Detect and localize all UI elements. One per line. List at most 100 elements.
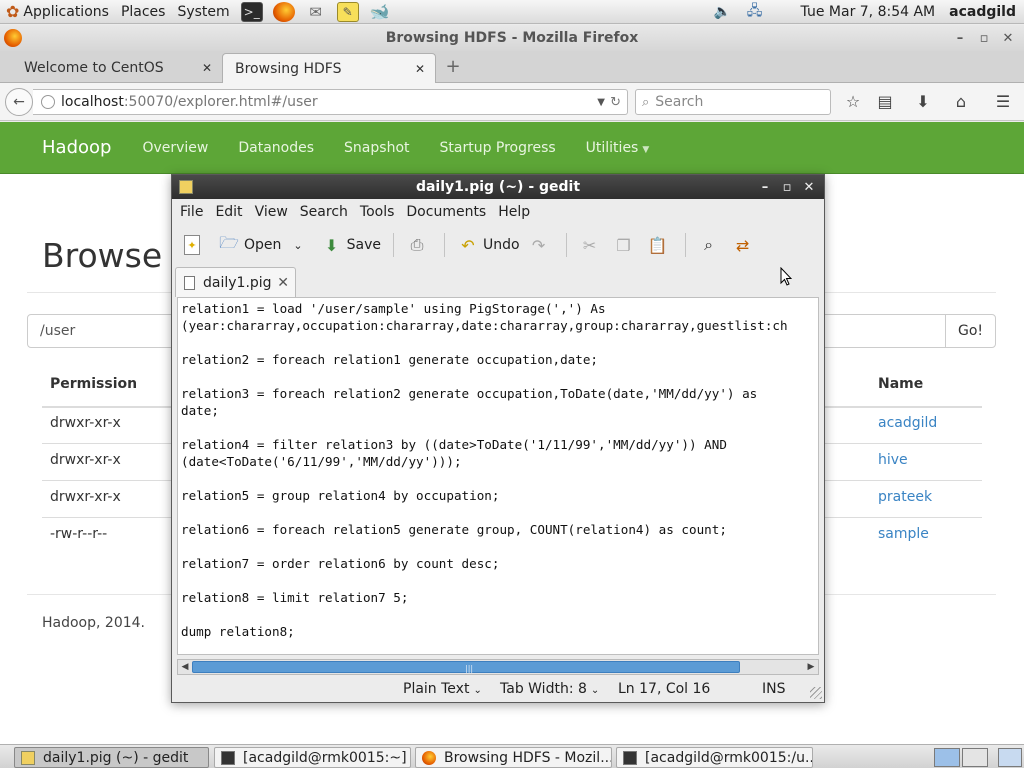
nav-overview[interactable]: Overview xyxy=(127,140,223,156)
nav-utilities[interactable]: Utilities ▼ xyxy=(571,140,665,156)
close-tab-icon[interactable]: ✕ xyxy=(277,275,289,291)
workspace-1[interactable] xyxy=(934,748,960,767)
name-link[interactable]: hive xyxy=(878,452,908,468)
code-content[interactable]: relation1 = load '/user/sample' using Pi… xyxy=(181,300,788,640)
applications-menu[interactable]: ✿ Applications xyxy=(0,0,115,24)
home-icon[interactable]: ⌂ xyxy=(951,92,971,112)
horizontal-scrollbar[interactable]: ◀ ||| ▶ xyxy=(177,659,819,675)
code-line[interactable] xyxy=(181,504,788,521)
code-line[interactable]: date; xyxy=(181,402,788,419)
code-line[interactable]: relation6 = foreach relation5 generate g… xyxy=(181,521,788,538)
cut-button[interactable]: ✂ xyxy=(575,229,609,261)
code-line[interactable] xyxy=(181,334,788,351)
save-button[interactable]: ⬇ Save xyxy=(317,229,385,261)
text-editor[interactable]: relation1 = load '/user/sample' using Pi… xyxy=(177,297,819,655)
task-gedit[interactable]: daily1.pig (~) - gedit xyxy=(14,747,209,768)
scroll-left-arrow-icon[interactable]: ◀ xyxy=(178,660,192,674)
orca-launcher-icon[interactable]: 🐋 xyxy=(369,2,391,22)
text-editor-launcher-icon[interactable]: ✎ xyxy=(336,1,359,22)
nav-snapshot[interactable]: Snapshot xyxy=(329,140,424,156)
code-line[interactable]: relation4 = filter relation3 by ((date>T… xyxy=(181,436,788,453)
nav-startup-progress[interactable]: Startup Progress xyxy=(425,140,571,156)
tab-welcome-centos[interactable]: Welcome to CentOS ✕ xyxy=(0,53,222,83)
menu-tools[interactable]: Tools xyxy=(354,204,401,220)
workspace-2[interactable] xyxy=(962,748,988,767)
menu-edit[interactable]: Edit xyxy=(209,204,248,220)
open-button[interactable]: 🗁 Open ⌄ xyxy=(214,229,307,261)
code-line[interactable] xyxy=(181,419,788,436)
code-line[interactable]: (date<ToDate('6/11/99','MM/dd/yy'))); xyxy=(181,453,788,470)
task-terminal-user[interactable]: [acadgild@rmk0015:/u... xyxy=(616,747,813,768)
tab-close-icon[interactable]: ✕ xyxy=(415,62,425,76)
hamburger-menu-icon[interactable]: ☰ xyxy=(993,92,1013,112)
places-menu[interactable]: Places xyxy=(115,0,172,24)
code-line[interactable]: (year:chararray,occupation:chararray,dat… xyxy=(181,317,788,334)
code-line[interactable] xyxy=(181,470,788,487)
syntax-language-selector[interactable]: Plain Text ⌄ xyxy=(403,681,482,697)
network-icon[interactable]: 🖧 xyxy=(744,2,766,22)
menu-help[interactable]: Help xyxy=(492,204,536,220)
minimize-button[interactable]: – xyxy=(754,180,776,195)
find-button[interactable]: ⌕ xyxy=(694,229,728,261)
menu-file[interactable]: File xyxy=(174,204,209,220)
menu-search[interactable]: Search xyxy=(294,204,354,220)
menu-view[interactable]: View xyxy=(249,204,294,220)
tab-width-selector[interactable]: Tab Width: 8 ⌄ xyxy=(500,681,599,697)
code-line[interactable] xyxy=(181,368,788,385)
gedit-titlebar[interactable]: daily1.pig (~) - gedit – ▫ ✕ xyxy=(172,175,824,199)
name-link[interactable]: prateek xyxy=(878,489,932,505)
bookmark-star-icon[interactable]: ☆ xyxy=(843,92,863,112)
tab-close-icon[interactable]: ✕ xyxy=(202,61,212,75)
new-document-button[interactable]: ✦ xyxy=(180,229,208,261)
clock[interactable]: Tue Mar 7, 8:54 AM xyxy=(771,4,950,20)
code-line[interactable] xyxy=(181,606,788,623)
find-replace-button[interactable]: ⇄ xyxy=(728,229,762,261)
code-line[interactable]: relation7 = order relation6 by count des… xyxy=(181,555,788,572)
hadoop-brand[interactable]: Hadoop xyxy=(42,137,111,158)
maximize-button[interactable]: ▫ xyxy=(776,180,798,195)
tab-browsing-hdfs[interactable]: Browsing HDFS ✕ xyxy=(222,53,436,83)
system-menu[interactable]: System xyxy=(171,0,235,24)
name-link[interactable]: sample xyxy=(878,526,929,542)
menu-documents[interactable]: Documents xyxy=(400,204,492,220)
volume-icon[interactable]: 🔈 xyxy=(712,2,734,22)
reading-list-icon[interactable]: ▤ xyxy=(875,92,895,112)
go-button[interactable]: Go! xyxy=(945,314,996,348)
paste-button[interactable]: 📋 xyxy=(643,229,677,261)
col-header-name[interactable]: Name xyxy=(878,376,923,392)
code-line[interactable]: relation1 = load '/user/sample' using Pi… xyxy=(181,300,788,317)
trash-icon[interactable] xyxy=(998,748,1022,767)
terminal-launcher-icon[interactable]: >_ xyxy=(240,1,263,22)
code-line[interactable] xyxy=(181,572,788,589)
task-firefox[interactable]: Browsing HDFS - Mozil... xyxy=(415,747,612,768)
maximize-button[interactable]: ▫ xyxy=(972,31,996,46)
url-bar[interactable]: localhost:50070/explorer.html#/user ▼ ↻ xyxy=(33,89,628,115)
undo-button[interactable]: ↶ Undo xyxy=(453,229,524,261)
firefox-launcher-icon[interactable] xyxy=(272,1,295,22)
search-input[interactable]: ⌕ Search xyxy=(635,89,831,115)
code-line[interactable]: relation5 = group relation4 by occupatio… xyxy=(181,487,788,504)
close-button[interactable]: ✕ xyxy=(798,180,820,195)
code-line[interactable]: dump relation8; xyxy=(181,623,788,640)
scrollbar-thumb[interactable]: ||| xyxy=(192,661,740,673)
copy-button[interactable]: ❐ xyxy=(609,229,643,261)
document-tab-daily1[interactable]: daily1.pig ✕ xyxy=(175,267,296,297)
resize-grip-icon[interactable] xyxy=(810,687,822,699)
downloads-arrow-icon[interactable]: ⬇ xyxy=(913,92,933,112)
minimize-button[interactable]: – xyxy=(948,31,972,46)
task-terminal-home[interactable]: [acadgild@rmk0015:~] xyxy=(214,747,411,768)
code-line[interactable]: relation2 = foreach relation1 generate o… xyxy=(181,351,788,368)
mail-launcher-icon[interactable]: ✉ xyxy=(305,2,327,22)
close-button[interactable]: ✕ xyxy=(996,31,1020,46)
back-arrow-icon[interactable]: ← xyxy=(5,88,33,116)
open-dropdown-chevron-icon[interactable]: ⌄ xyxy=(293,239,302,252)
name-link[interactable]: acadgild xyxy=(878,415,937,431)
code-line[interactable]: relation3 = foreach relation2 generate o… xyxy=(181,385,788,402)
reload-icon[interactable]: ↻ xyxy=(610,95,621,110)
new-tab-plus-icon[interactable]: + xyxy=(443,57,463,77)
code-line[interactable]: relation8 = limit relation7 5; xyxy=(181,589,788,606)
user-menu[interactable]: acadgild xyxy=(949,4,1024,20)
col-header-permission[interactable]: Permission xyxy=(50,376,137,392)
url-history-chevron-icon[interactable]: ▼ xyxy=(597,97,605,108)
nav-datanodes[interactable]: Datanodes xyxy=(223,140,329,156)
